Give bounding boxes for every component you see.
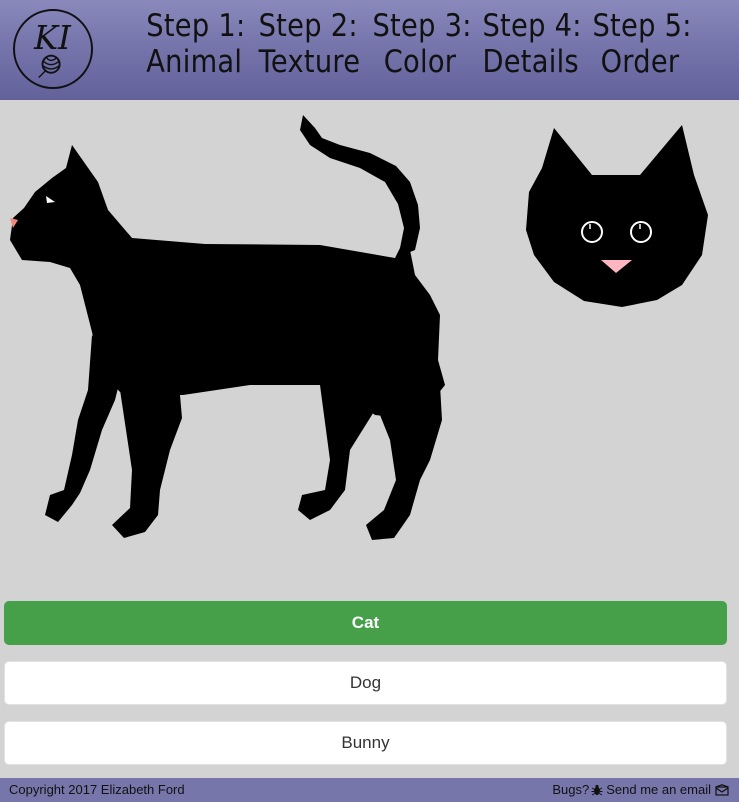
cat-body-silhouette [10,115,445,540]
step-4-label: Details [482,44,579,80]
cat-back-leg-1 [298,383,375,520]
step-2-number: Step 2: [258,8,358,44]
step-5-number: Step 5: [592,8,692,44]
envelope-icon[interactable] [715,783,729,796]
bugs-link[interactable]: Bugs? [552,782,589,797]
animal-preview [0,100,739,590]
site-footer: Copyright 2017 Elizabeth Ford Bugs? Send… [0,778,739,802]
step-1-number: Step 1: [146,8,246,44]
cat-body [10,145,445,420]
step-4-details[interactable]: Step 4: Details [482,8,582,80]
cat-back-leg-2 [366,383,442,540]
option-bunny-button[interactable]: Bunny [4,721,727,765]
step-4-number: Step 4: [482,8,582,44]
step-5-label: Order [600,44,680,80]
footer-links: Bugs? Send me an email [552,782,729,797]
step-nav: Step 1: Animal Step 2: Texture Step 3: C… [0,0,739,100]
option-dog-button[interactable]: Dog [4,661,727,705]
step-1-label: Animal [146,44,243,80]
option-cat-button[interactable]: Cat [4,601,727,645]
step-3-label: Color [383,44,457,80]
cat-front-leg-1 [45,335,120,522]
copyright-text: Copyright 2017 Elizabeth Ford [9,782,185,797]
step-3-number: Step 3: [372,8,472,44]
step-3-color[interactable]: Step 3: Color [372,8,472,80]
step-2-texture[interactable]: Step 2: Texture [258,8,361,80]
cat-face [526,125,708,307]
bug-icon[interactable] [591,784,603,796]
step-5-order[interactable]: Step 5: Order [592,8,692,80]
step-2-label: Texture [258,44,361,80]
site-header: KI Step 1: Animal Step 2: Texture Step 3… [0,0,739,100]
step-1-animal[interactable]: Step 1: Animal [146,8,246,80]
email-link[interactable]: Send me an email [606,782,711,797]
cat-front-leg-2 [112,390,182,538]
cat-tail [300,115,420,258]
